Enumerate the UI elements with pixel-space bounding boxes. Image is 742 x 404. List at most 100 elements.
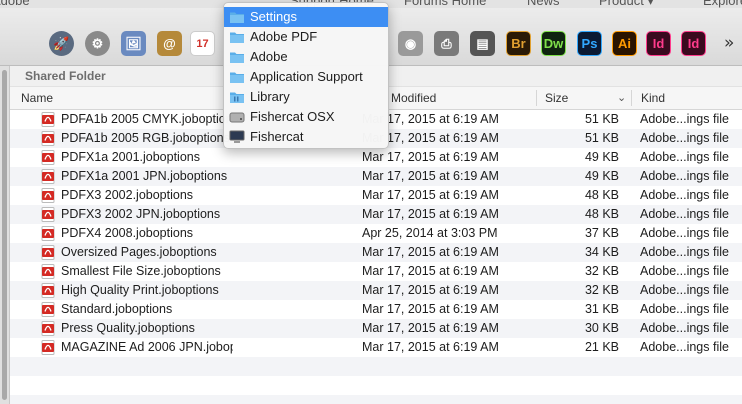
scrollbar-thumb[interactable] <box>2 70 7 400</box>
empty-row <box>10 376 742 395</box>
column-modified-header[interactable]: Modified <box>391 87 436 109</box>
topbar-item[interactable]: Adobe <box>0 0 30 8</box>
file-kind: Adobe...ings file <box>640 321 729 335</box>
column-name-header[interactable]: Name <box>21 87 53 109</box>
file-kind: Adobe...ings file <box>640 112 729 126</box>
file-name: PDFA1b 2005 RGB.joboptions <box>61 131 230 145</box>
path-menu-item-label: Adobe PDF <box>250 29 318 44</box>
path-menu-item-label: Settings <box>250 9 297 24</box>
table-row[interactable]: PDFX1a 2001.joboptions Mar 17, 2015 at 6:… <box>10 148 742 167</box>
file-size: 32 KB <box>584 264 619 278</box>
file-kind: Adobe...ings file <box>640 245 729 259</box>
topbar-item[interactable]: News <box>527 0 560 8</box>
pdf-settings-file-icon <box>41 264 55 279</box>
preview-icon[interactable]: 🖼 <box>121 31 146 56</box>
file-kind: Adobe...ings file <box>640 283 729 297</box>
file-size: 51 KB <box>584 131 619 145</box>
file-name: Smallest File Size.joboptions <box>61 264 221 278</box>
path-menu-item-label: Fishercat <box>250 129 304 144</box>
file-size: 31 KB <box>584 302 619 316</box>
file-modified: Mar 17, 2015 at 6:19 AM <box>362 283 499 297</box>
file-name: PDFX1a 2001.joboptions <box>61 150 200 164</box>
pdf-settings-file-icon <box>41 207 55 222</box>
file-size: 51 KB <box>584 112 619 126</box>
column-kind-header[interactable]: Kind <box>641 87 665 109</box>
path-menu-item-label: Application Support <box>250 69 363 84</box>
pdf-settings-file-icon <box>41 245 55 260</box>
file-size: 49 KB <box>584 169 619 183</box>
file-modified: Apr 25, 2014 at 3:03 PM <box>362 226 498 240</box>
pdf-settings-file-icon <box>41 188 55 203</box>
system-preferences-icon[interactable]: ⚙ <box>85 31 110 56</box>
column-divider[interactable] <box>631 90 632 106</box>
empty-row <box>10 357 742 376</box>
table-row[interactable]: High Quality Print.joboptions Mar 17, 201… <box>10 281 742 300</box>
file-size: 49 KB <box>584 150 619 164</box>
path-menu-item[interactable]: Settings <box>224 7 388 27</box>
path-menu-item-label: Adobe <box>250 49 288 64</box>
bridge-icon[interactable]: Br <box>506 31 531 56</box>
file-size: 30 KB <box>584 321 619 335</box>
pdf-settings-file-icon <box>41 340 55 355</box>
pdf-settings-file-icon <box>41 283 55 298</box>
topbar-item[interactable]: Product ▾ <box>599 0 654 8</box>
table-row[interactable]: PDFX4 2008.joboptions Apr 25, 2014 at 3:0… <box>10 224 742 243</box>
file-kind: Adobe...ings file <box>640 340 729 354</box>
path-menu-item[interactable]: Adobe <box>224 47 388 67</box>
file-kind: Adobe...ings file <box>640 226 729 240</box>
illustrator-icon[interactable]: Ai <box>612 31 637 56</box>
empty-row <box>10 395 742 404</box>
folder-icon <box>230 12 244 23</box>
file-list: PDFA1b 2005 CMYK.joboptions Mar 17, 2015 … <box>10 110 742 404</box>
file-modified: Mar 17, 2015 at 6:19 AM <box>362 188 499 202</box>
image-capture-icon[interactable]: ⎙ <box>434 31 459 56</box>
file-name: MAGAZINE Ad 2006 JPN.joboptions <box>61 340 233 354</box>
table-row[interactable]: Standard.joboptions Mar 17, 2015 at 6:19 … <box>10 300 742 319</box>
path-menu-item[interactable]: Application Support <box>224 67 388 87</box>
folder-icon <box>230 72 244 83</box>
indesign-icon-2[interactable]: Id <box>681 31 706 56</box>
toolbar-overflow-chevron-icon[interactable]: » <box>724 33 734 53</box>
printer-icon[interactable]: ▤ <box>470 31 495 56</box>
file-name: High Quality Print.joboptions <box>61 283 219 297</box>
table-row[interactable]: PDFX1a 2001 JPN.joboptions Mar 17, 2015 a… <box>10 167 742 186</box>
topbar-item[interactable]: Forums Home <box>404 0 486 8</box>
table-row[interactable]: MAGAZINE Ad 2006 JPN.joboptions Mar 17, 2… <box>10 338 742 357</box>
column-divider[interactable] <box>536 90 537 106</box>
file-modified: Mar 17, 2015 at 6:19 AM <box>362 321 499 335</box>
file-kind: Adobe...ings file <box>640 131 729 145</box>
scanner-icon[interactable]: ◉ <box>398 31 423 56</box>
dreamweaver-icon[interactable]: Dw <box>541 31 566 56</box>
table-row[interactable]: Oversized Pages.joboptions Mar 17, 2015 a… <box>10 243 742 262</box>
launchpad-icon[interactable]: 🚀 <box>49 31 74 56</box>
table-row[interactable]: Smallest File Size.joboptions Mar 17, 201… <box>10 262 742 281</box>
file-name: PDFA1b 2005 CMYK.joboptions <box>61 112 233 126</box>
file-size: 48 KB <box>584 188 619 202</box>
path-popup-menu: Settings Adobe PDF Adobe Application Suppor… <box>223 2 389 149</box>
path-menu-item-label: Library <box>250 89 290 104</box>
table-row[interactable]: Press Quality.joboptions Mar 17, 2015 at … <box>10 319 742 338</box>
path-menu-item[interactable]: Fishercat OSX <box>224 107 388 127</box>
file-modified: Mar 17, 2015 at 6:19 AM <box>362 245 499 259</box>
file-kind: Adobe...ings file <box>640 169 729 183</box>
file-modified: Mar 17, 2015 at 6:19 AM <box>362 207 499 221</box>
topbar-item[interactable]: Explore <box>703 0 742 8</box>
pdf-settings-file-icon <box>41 112 55 127</box>
table-row[interactable]: PDFX3 2002.joboptions Mar 17, 2015 at 6:1… <box>10 186 742 205</box>
sidebar-scrollbar[interactable] <box>0 66 10 404</box>
file-kind: Adobe...ings file <box>640 150 729 164</box>
photoshop-icon[interactable]: Ps <box>577 31 602 56</box>
file-kind: Adobe...ings file <box>640 302 729 316</box>
calendar-icon[interactable]: 17 <box>190 31 215 56</box>
file-name: Standard.joboptions <box>61 302 173 316</box>
contacts-icon[interactable]: @ <box>157 31 182 56</box>
file-kind: Adobe...ings file <box>640 264 729 278</box>
path-menu-item[interactable]: Library <box>224 87 388 107</box>
path-menu-item[interactable]: Fishercat <box>224 127 388 147</box>
file-modified: Mar 17, 2015 at 6:19 AM <box>362 302 499 316</box>
indesign-icon[interactable]: Id <box>646 31 671 56</box>
column-size-header[interactable]: Size <box>545 87 568 109</box>
sort-chevron-icon[interactable]: ⌄ <box>617 87 626 109</box>
table-row[interactable]: PDFX3 2002 JPN.joboptions Mar 17, 2015 at… <box>10 205 742 224</box>
path-menu-item[interactable]: Adobe PDF <box>224 27 388 47</box>
